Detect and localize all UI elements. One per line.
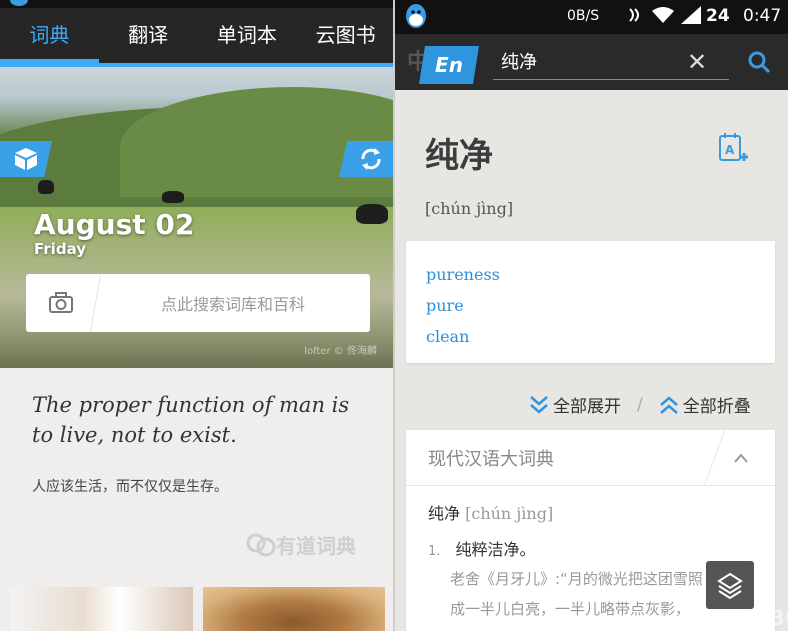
layers-button[interactable]: [706, 561, 754, 609]
wifi-icon: [652, 7, 674, 23]
brand-name: 有道词典: [276, 534, 356, 558]
nfc-icon: [629, 8, 639, 22]
language-switch[interactable]: En: [419, 46, 479, 84]
clear-icon[interactable]: ✕: [687, 48, 707, 76]
header-divider: [703, 430, 726, 486]
search-box[interactable]: 点此搜索词库和百科: [20, 274, 370, 332]
right-app-result: 0B/S 24 0:47 中 En 纯净 ✕ 纯净 A [chún jìng] …: [395, 0, 788, 631]
main-tabbar: 词典 翻译 单词本 云图书: [0, 8, 395, 63]
qq-icon: [403, 2, 429, 34]
sense-text: 纯粹洁净。: [455, 540, 536, 559]
sense-number: 1.: [428, 544, 441, 559]
entry-pinyin: [chún jìng]: [425, 199, 514, 218]
expand-all-button[interactable]: 全部展开: [529, 392, 621, 417]
dictionary-sense: 1. 纯粹洁净。: [428, 536, 536, 560]
translation-item[interactable]: clean: [426, 321, 775, 352]
dictionary-card-header[interactable]: 现代汉语大词典: [406, 430, 775, 486]
search-bar: 中 En 纯净 ✕: [395, 34, 788, 90]
headword-text: 纯净: [428, 504, 461, 523]
double-chevron-up-icon: [659, 395, 678, 414]
youdao-logo-icon: [246, 533, 276, 556]
headword-pinyin: [chún jìng]: [465, 504, 554, 523]
collapse-all-label: 全部折叠: [682, 397, 751, 417]
entry-word: 纯净: [425, 136, 493, 176]
translations-card: pureness pure clean: [406, 241, 775, 363]
tab-wordbook[interactable]: 单词本: [198, 8, 297, 63]
hero-date: August 02: [34, 208, 195, 241]
translation-item[interactable]: pureness: [426, 259, 775, 290]
svg-text:A: A: [725, 143, 735, 157]
battery-level: 24: [706, 6, 730, 26]
clock: 0:47: [743, 6, 782, 26]
youdao-logo: 有道词典: [246, 530, 356, 559]
photo-credit: lofter © 佟海麟: [304, 346, 377, 357]
yak-figure: [162, 191, 184, 203]
status-bar: 0B/S 24 0:47: [395, 0, 788, 34]
daily-quote-chinese: 人应该生活，而不仅仅是生存。: [32, 479, 228, 495]
yak-figure: [356, 204, 388, 224]
search-icon[interactable]: [747, 50, 771, 78]
double-chevron-down-icon: [530, 395, 548, 414]
refresh-icon[interactable]: [339, 141, 395, 177]
tab-dictionary[interactable]: 词典: [0, 8, 99, 63]
camera-icon: [48, 292, 74, 314]
dictionary-title: 现代汉语大词典: [428, 448, 554, 470]
feed-thumbnail-dog[interactable]: [203, 587, 385, 631]
dictionary-headword: 纯净 [chún jìng]: [428, 500, 553, 524]
chevron-up-icon[interactable]: [733, 448, 749, 469]
status-icons: [627, 6, 701, 24]
yak-figure: [38, 180, 54, 194]
feed-thumbnail-people[interactable]: [10, 587, 193, 631]
tab-cloud-books[interactable]: 云图书: [296, 8, 395, 63]
watermark: www.2u4230.com: [645, 606, 788, 630]
screenshot-composite: 词典 翻译 单词本 云图书 August 02 Friday 点此搜索词库和百科…: [0, 0, 788, 631]
add-to-wordbook-icon[interactable]: A: [718, 132, 748, 168]
collapse-all-button[interactable]: 全部折叠: [659, 392, 751, 417]
toggle-separator: /: [637, 394, 643, 415]
translation-item[interactable]: pure: [426, 290, 775, 321]
left-app-home: 词典 翻译 单词本 云图书 August 02 Friday 点此搜索词库和百科…: [0, 0, 395, 631]
example-line: 老舍《月牙儿》:“月的微光把这团雪照: [450, 570, 703, 588]
network-speed: 0B/S: [567, 8, 600, 24]
hero-weekday: Friday: [34, 240, 87, 258]
tab-translate[interactable]: 翻译: [99, 8, 198, 63]
status-bar-left: [0, 0, 395, 8]
camera-button[interactable]: [20, 274, 102, 332]
expand-all-label: 全部展开: [553, 397, 621, 417]
signal-icon: [681, 6, 701, 24]
daily-quote-english: The proper function of man is to live, n…: [32, 393, 350, 447]
search-placeholder[interactable]: 点此搜索词库和百科: [96, 291, 370, 315]
layers-icon: [717, 572, 743, 599]
expand-collapse-controls: 全部展开 / 全部折叠: [529, 392, 751, 417]
cube-icon[interactable]: [0, 141, 52, 177]
